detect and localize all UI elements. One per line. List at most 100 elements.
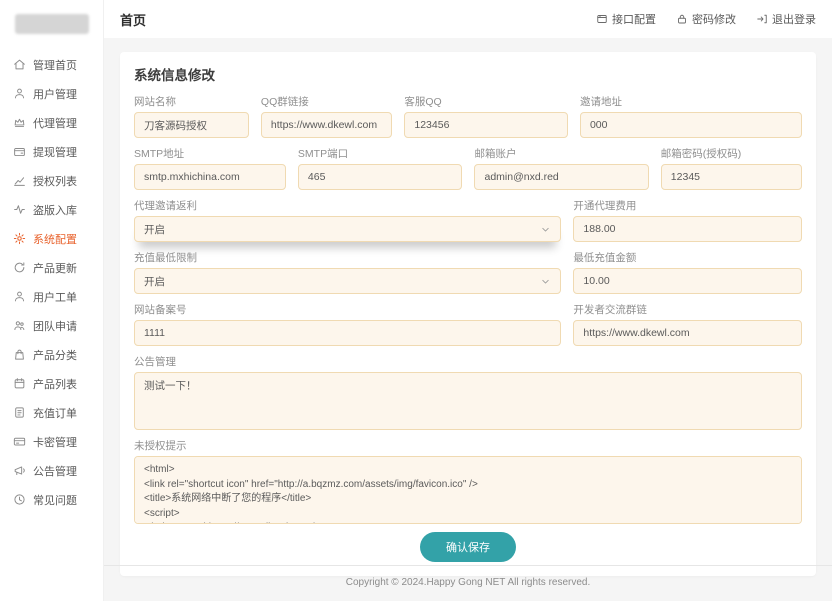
dev-group-link-input[interactable] bbox=[573, 320, 802, 346]
sidebar-item-card-keys[interactable]: 卡密管理 bbox=[0, 427, 103, 456]
app: 管理首页用户管理代理管理提现管理授权列表盗版入库系统配置产品更新用户工单团队申请… bbox=[0, 0, 832, 601]
order-icon bbox=[13, 406, 26, 419]
agent-fee-input[interactable] bbox=[573, 216, 802, 242]
recharge-min-amount-input[interactable] bbox=[573, 268, 802, 294]
sidebar-item-users[interactable]: 用户管理 bbox=[0, 79, 103, 108]
recharge-min-limit-selected: 开启 bbox=[144, 274, 165, 289]
chevron-down-icon bbox=[540, 276, 551, 287]
form-row-1: 网站名称 QQ群链接 客服QQ 邀请地址 bbox=[134, 96, 802, 138]
field-agent-invite-rebate: 代理邀请返利 开启 bbox=[134, 200, 561, 242]
wallet-icon bbox=[13, 145, 26, 158]
sidebar-item-label: 用户管理 bbox=[33, 86, 77, 102]
announcement-textarea[interactable] bbox=[134, 372, 802, 430]
agent-invite-rebate-selected: 开启 bbox=[144, 222, 165, 237]
service-qq-label: 客服QQ bbox=[404, 96, 568, 108]
field-dev-group-link: 开发者交流群链 bbox=[573, 304, 802, 346]
sidebar-item-system-config[interactable]: 系统配置 bbox=[0, 224, 103, 253]
header-action-password-change[interactable]: 密码修改 bbox=[676, 11, 736, 27]
chart-icon bbox=[13, 174, 26, 187]
field-recharge-min-limit: 充值最低限制 开启 bbox=[134, 252, 561, 294]
sidebar-item-label: 盗版入库 bbox=[33, 202, 77, 218]
sidebar-item-label: 授权列表 bbox=[33, 173, 77, 189]
header-action-label: 密码修改 bbox=[692, 11, 736, 27]
form-row-6: 公告管理 bbox=[134, 356, 802, 430]
form-row-5: 网站备案号 开发者交流群链 bbox=[134, 304, 802, 346]
api-config-icon bbox=[596, 13, 608, 25]
sidebar-item-user-tickets[interactable]: 用户工单 bbox=[0, 282, 103, 311]
header-action-api-config[interactable]: 接口配置 bbox=[596, 11, 656, 27]
recharge-min-limit-select[interactable]: 开启 bbox=[134, 268, 561, 294]
dev-group-link-label: 开发者交流群链 bbox=[573, 304, 802, 316]
sidebar-item-product-categories[interactable]: 产品分类 bbox=[0, 340, 103, 369]
announcement-label: 公告管理 bbox=[134, 356, 802, 368]
page-title: 首页 bbox=[120, 10, 146, 29]
save-button[interactable]: 确认保存 bbox=[420, 532, 516, 562]
field-smtp-port: SMTP端口 bbox=[298, 148, 463, 190]
field-service-qq: 客服QQ bbox=[404, 96, 568, 138]
qq-group-link-label: QQ群链接 bbox=[261, 96, 392, 108]
agent-invite-rebate-select[interactable]: 开启 bbox=[134, 216, 561, 242]
header: 首页 接口配置 密码修改 退出登录 bbox=[104, 0, 832, 38]
mail-password-input[interactable] bbox=[661, 164, 802, 190]
qq-group-link-input[interactable] bbox=[261, 112, 392, 138]
sidebar-item-withdrawals[interactable]: 提现管理 bbox=[0, 137, 103, 166]
form-row-2: SMTP地址 SMTP端口 邮箱账户 邮箱密码(授权码) bbox=[134, 148, 802, 190]
sidebar-item-label: 充值订单 bbox=[33, 405, 77, 421]
sidebar-item-label: 提现管理 bbox=[33, 144, 77, 160]
form-row-4: 充值最低限制 开启 最低充值金额 bbox=[134, 252, 802, 294]
mail-account-input[interactable] bbox=[474, 164, 648, 190]
team-icon bbox=[13, 319, 26, 332]
content: 系统信息修改 网站名称 QQ群链接 客服QQ bbox=[104, 38, 832, 565]
icp-number-label: 网站备案号 bbox=[134, 304, 561, 316]
sidebar-item-pirate-db[interactable]: 盗版入库 bbox=[0, 195, 103, 224]
sidebar-item-product-list[interactable]: 产品列表 bbox=[0, 369, 103, 398]
field-mail-password: 邮箱密码(授权码) bbox=[661, 148, 802, 190]
lock-icon bbox=[676, 13, 688, 25]
sidebar-item-faq[interactable]: 常见问题 bbox=[0, 485, 103, 514]
sidebar-item-recharge-orders[interactable]: 充值订单 bbox=[0, 398, 103, 427]
sidebar-item-label: 卡密管理 bbox=[33, 434, 77, 450]
footer: Copyright © 2024.Happy Gong NET All righ… bbox=[104, 565, 832, 601]
service-qq-input[interactable] bbox=[404, 112, 568, 138]
megaphone-icon bbox=[13, 464, 26, 477]
field-unauthorized-tip: 未授权提示 bbox=[134, 440, 802, 524]
unauthorized-tip-label: 未授权提示 bbox=[134, 440, 802, 452]
agent-fee-label: 开通代理费用 bbox=[573, 200, 802, 212]
sidebar: 管理首页用户管理代理管理提现管理授权列表盗版入库系统配置产品更新用户工单团队申请… bbox=[0, 0, 104, 601]
sidebar-item-agents[interactable]: 代理管理 bbox=[0, 108, 103, 137]
icp-number-input[interactable] bbox=[134, 320, 561, 346]
mail-account-label: 邮箱账户 bbox=[474, 148, 648, 160]
gear-icon bbox=[13, 232, 26, 245]
mail-password-label: 邮箱密码(授权码) bbox=[661, 148, 802, 160]
card-title: 系统信息修改 bbox=[134, 64, 802, 84]
field-mail-account: 邮箱账户 bbox=[474, 148, 648, 190]
header-action-logout[interactable]: 退出登录 bbox=[756, 11, 816, 27]
header-action-label: 退出登录 bbox=[772, 11, 816, 27]
field-icp-number: 网站备案号 bbox=[134, 304, 561, 346]
sidebar-item-product-updates[interactable]: 产品更新 bbox=[0, 253, 103, 282]
sidebar-item-licenses[interactable]: 授权列表 bbox=[0, 166, 103, 195]
activity-icon bbox=[13, 203, 26, 216]
logout-icon bbox=[756, 13, 768, 25]
sidebar-item-announcements[interactable]: 公告管理 bbox=[0, 456, 103, 485]
site-name-input[interactable] bbox=[134, 112, 249, 138]
recharge-min-amount-label: 最低充值金额 bbox=[573, 252, 802, 264]
header-actions: 接口配置 密码修改 退出登录 bbox=[596, 11, 816, 27]
sidebar-item-label: 系统配置 bbox=[33, 231, 77, 247]
unauthorized-tip-textarea[interactable] bbox=[134, 456, 802, 524]
ticket-icon bbox=[13, 290, 26, 303]
sidebar-item-label: 管理首页 bbox=[33, 57, 77, 73]
smtp-port-input[interactable] bbox=[298, 164, 463, 190]
sidebar-item-home[interactable]: 管理首页 bbox=[0, 50, 103, 79]
smtp-address-input[interactable] bbox=[134, 164, 286, 190]
field-invite-address: 邀请地址 bbox=[580, 96, 802, 138]
logo-placeholder bbox=[15, 14, 89, 34]
sidebar-item-label: 常见问题 bbox=[33, 492, 77, 508]
sidebar-item-team-requests[interactable]: 团队申请 bbox=[0, 311, 103, 340]
invite-address-input[interactable] bbox=[580, 112, 802, 138]
field-qq-group-link: QQ群链接 bbox=[261, 96, 392, 138]
box-icon bbox=[13, 377, 26, 390]
field-recharge-min-amount: 最低充值金额 bbox=[573, 252, 802, 294]
header-action-label: 接口配置 bbox=[612, 11, 656, 27]
user-icon bbox=[13, 87, 26, 100]
